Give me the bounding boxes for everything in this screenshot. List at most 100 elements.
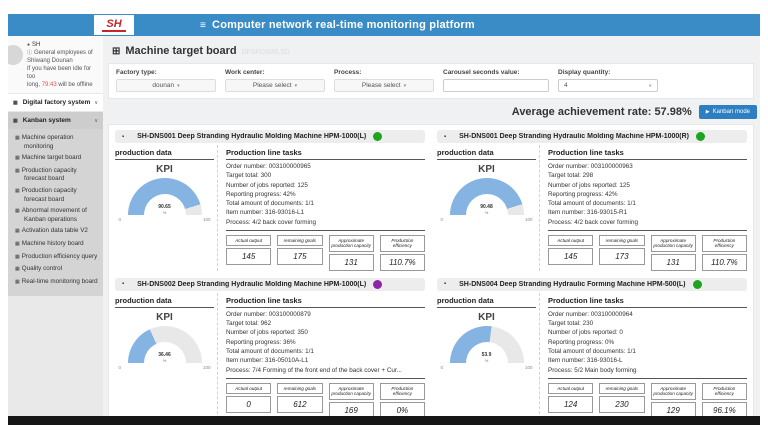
gauge-min: 0 xyxy=(119,365,122,370)
metric-header: Approximate production capacity xyxy=(651,235,696,252)
gauge-unit: % xyxy=(128,210,202,215)
kpi-gauge: KPI 53.9 % 0 100 xyxy=(437,308,536,370)
sidebar-item[interactable]: ▦Activation data table V2 xyxy=(15,225,100,238)
gauge: 90.65 % xyxy=(128,178,202,215)
machine-panel-header[interactable]: ▪ SH-DNS001 Deep Stranding Hydraulic Mol… xyxy=(115,130,425,143)
metric-header: remaining goals xyxy=(599,383,644,394)
production-tasks-header: Production line tasks xyxy=(548,293,747,308)
machine-panel: ▪ SH-DNS001 Deep Stranding Hydraulic Mol… xyxy=(437,130,747,271)
gauge-center: 90.65 % xyxy=(128,205,202,215)
metric-value: 129 xyxy=(651,402,696,416)
machine-panel-header[interactable]: ▪ SH-DNS004 Deep Stranding Hydraulic For… xyxy=(437,278,747,291)
production-data-column: production data KPI 36.46 % 0 100 xyxy=(115,293,218,416)
metric-header: remaining goals xyxy=(277,235,322,246)
task-detail-line: Number of jobs reported: 350 xyxy=(226,328,425,337)
grid-icon: ▦ xyxy=(15,266,20,272)
metric-column: remaining goals612 xyxy=(277,383,322,413)
mini-table: Actual output0remaining goals612Approxim… xyxy=(226,383,425,416)
company-logo: SH xyxy=(94,15,134,35)
machine-panel-header[interactable]: ▪ SH-DNS001 Deep Stranding Hydraulic Mol… xyxy=(437,130,747,143)
sidebar-item[interactable]: ▦Machine target board xyxy=(15,152,100,165)
sidebar-item[interactable]: ▦Abnormal movement of Kanban operations xyxy=(15,205,100,225)
gauge-min: 0 xyxy=(119,217,122,222)
sidebar-item[interactable]: ▦Production capacity forecast board xyxy=(15,185,100,205)
sidebar-item[interactable]: ▦Quality control xyxy=(15,263,100,276)
filter-group-factory-type: Factory type:dounan▾ xyxy=(116,69,216,92)
production-tasks-header: Production line tasks xyxy=(226,293,425,308)
sidebar-section-digital-factory[interactable]: ▦ Digital factory system ∨ xyxy=(8,93,103,112)
kanban-mode-button[interactable]: ▶ Kanban mode xyxy=(699,105,757,119)
task-detail-line: Reporting progress: 42% xyxy=(548,190,747,199)
kpi-title: KPI xyxy=(437,312,536,323)
grid-icon: ▦ xyxy=(13,118,18,124)
page-subtitle: DFSFDSWLSD xyxy=(242,49,290,56)
kpi-gauge: KPI 90.48 % 0 100 xyxy=(437,160,536,222)
machine-title: SH-DNS004 Deep Stranding Hydraulic Formi… xyxy=(459,281,685,288)
carousel-seconds-input[interactable] xyxy=(443,79,549,92)
gauge-axis-labels: 0 100 xyxy=(441,365,533,370)
gauge-min: 0 xyxy=(441,217,444,222)
filter-label: Carousel seconds value: xyxy=(443,69,549,76)
task-detail-line: Process: 5/2 Main body forming xyxy=(548,366,747,375)
sidebar-item[interactable]: ▦Production capacity forecast board xyxy=(15,165,100,185)
panel-bullet-icon: ▪ xyxy=(444,134,446,140)
task-detail-line: Number of jobs reported: 125 xyxy=(226,181,425,190)
task-detail-line: Total amount of documents: 1/1 xyxy=(548,347,747,356)
sidebar-item[interactable]: ▦Production efficiency query xyxy=(15,251,100,264)
grid-icon: ▦ xyxy=(15,254,20,260)
sidebar-section-kanban-system[interactable]: ▦ Kanban system ∨ xyxy=(8,112,103,129)
task-detail-line: Item number: 316-05010A-L1 xyxy=(226,356,425,365)
sidebar-item-label: Machine operation monitoring xyxy=(22,134,74,150)
select-value: 4 xyxy=(564,82,568,89)
mini-table: Actual output145remaining goals173Approx… xyxy=(548,235,747,271)
menu-icon[interactable]: ≡ xyxy=(200,20,206,31)
info-icon: ⓘ xyxy=(27,50,32,56)
task-detail-line: Total amount of documents: 1/1 xyxy=(548,199,747,208)
chevron-down-icon: ▾ xyxy=(295,83,298,89)
task-detail-line: Item number: 316-93016-L xyxy=(548,356,747,365)
metric-column: remaining goals 175 xyxy=(277,235,322,265)
sidebar-item-label: Production capacity forecast board xyxy=(22,187,77,203)
filter-group-display-quantity: Display quantity:4∨ xyxy=(558,69,658,92)
task-detail-line: Process: 4/2 back cover forming xyxy=(226,218,425,227)
machine-panel-header[interactable]: ▪ SH-DNS002 Deep Stranding Hydraulic Mol… xyxy=(115,278,425,291)
chevron-down-icon: ∨ xyxy=(94,118,98,124)
logo-underline xyxy=(102,30,126,32)
idle-note-line1: If you have been idle for too xyxy=(27,65,100,81)
gauge-min: 0 xyxy=(441,365,444,370)
task-detail-line: Order number: 003100000879 xyxy=(226,310,425,319)
filter-label: Work center: xyxy=(225,69,325,76)
work-center-dropdown[interactable]: Please select▾ xyxy=(225,79,325,92)
sidebar-item[interactable]: ▦Machine operation monitoring xyxy=(15,132,100,152)
sidebar-item-label: Production capacity forecast board xyxy=(22,167,77,183)
task-detail-line: Reporting progress: 36% xyxy=(226,338,425,347)
task-detail-line: Total amount of documents: 1/1 xyxy=(226,199,425,208)
task-details: Order number: 003100000964Target total: … xyxy=(548,308,747,379)
panel-bullet-icon: ▪ xyxy=(122,134,124,140)
avatar xyxy=(8,45,23,65)
gauge-center: 53.9 % xyxy=(450,353,524,363)
display-quantity-select[interactable]: 4∨ xyxy=(558,79,658,92)
kpi-title: KPI xyxy=(115,312,214,323)
gauge-axis-labels: 0 100 xyxy=(441,217,533,222)
metric-value: 96.1% xyxy=(702,402,747,416)
metric-header: Production efficiency xyxy=(702,235,747,252)
task-detail-line: Reporting progress: 0% xyxy=(548,338,747,347)
sidebar-item-label: Machine target board xyxy=(22,154,82,161)
mini-table: Actual output124remaining goals230Approx… xyxy=(548,383,747,416)
gauge-max: 100 xyxy=(525,217,533,222)
chevron-down-icon: ∨ xyxy=(648,83,652,89)
metric-value: 110.7% xyxy=(380,254,425,271)
sidebar-item[interactable]: ▦Real-time monitoring board xyxy=(15,276,100,289)
sidebar-item[interactable]: ▦Machine history board xyxy=(15,238,100,251)
metric-column: Production efficiency0% xyxy=(380,383,425,416)
logo-text: SH xyxy=(106,19,121,29)
gauge-unit: % xyxy=(128,358,202,363)
metric-value: 175 xyxy=(277,248,322,265)
factory-type-dropdown[interactable]: dounan▾ xyxy=(116,79,216,92)
dropdown-value: Please select xyxy=(253,82,292,89)
machine-status-dot xyxy=(693,280,702,289)
production-data-header: production data xyxy=(437,293,536,308)
process-dropdown[interactable]: Please select▾ xyxy=(334,79,434,92)
sidebar-items: ▦Machine operation monitoring▦Machine ta… xyxy=(8,129,103,296)
